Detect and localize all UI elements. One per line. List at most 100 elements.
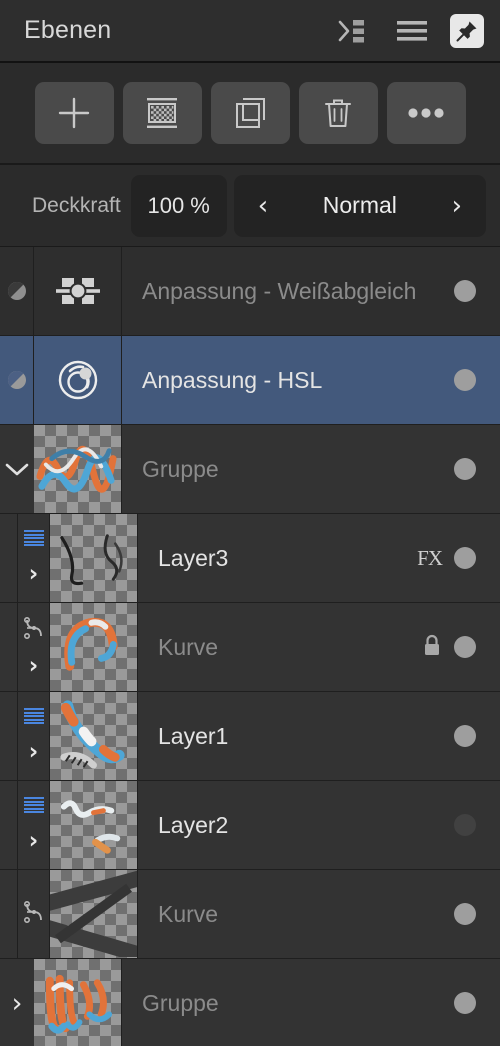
pin-icon[interactable] <box>450 13 484 48</box>
expand-chevron-right-icon[interactable]: › <box>29 562 38 586</box>
visibility-toggle[interactable] <box>454 725 476 747</box>
layer-thumbnail[interactable] <box>50 781 138 869</box>
curve-layer-icon <box>23 616 45 644</box>
layer-row-actions: FX <box>417 514 500 602</box>
add-mask-button[interactable] <box>122 82 202 144</box>
layer-name-cell: Layer1 <box>138 692 454 780</box>
layer-type-column: › <box>18 514 50 602</box>
layer-type-column: › <box>18 692 50 780</box>
visibility-toggle[interactable] <box>454 458 476 480</box>
layer-row-group[interactable]: Gruppe <box>0 425 500 514</box>
layer-name: Gruppe <box>142 989 219 1016</box>
menu-icon[interactable] <box>392 11 432 51</box>
collapse-all-icon[interactable] <box>334 11 374 51</box>
layer-row-actions <box>422 603 500 691</box>
blend-next-button[interactable]: › <box>446 193 468 219</box>
layer-name-cell: Gruppe <box>122 425 454 513</box>
layer-row-actions <box>454 781 500 869</box>
layer-row-child[interactable]: › Layer1 <box>0 692 500 781</box>
layer-thumbnail[interactable] <box>50 603 138 691</box>
visibility-toggle[interactable] <box>454 280 476 302</box>
layer-toolbar <box>0 63 500 165</box>
layer-name: Anpassung - HSL <box>142 366 323 393</box>
layer-thumbnail[interactable] <box>50 514 138 602</box>
layer-name-cell: Layer3 <box>138 514 417 602</box>
layer-name-cell: Anpassung - HSL <box>122 336 454 424</box>
layer-row-actions <box>454 336 500 424</box>
opacity-label: Deckkraft <box>32 193 121 217</box>
visibility-toggle[interactable] <box>454 814 476 836</box>
opacity-value[interactable]: 100 % <box>130 174 227 237</box>
visibility-toggle[interactable] <box>454 636 476 658</box>
adjustment-state-icon[interactable] <box>0 247 34 335</box>
pixel-layer-icon <box>23 797 44 814</box>
layer-type-column: › <box>18 603 50 691</box>
layer-type-column <box>18 870 50 958</box>
adjustment-state-icon[interactable] <box>0 336 34 424</box>
curve-layer-icon <box>23 900 45 928</box>
layer-name: Gruppe <box>142 455 219 482</box>
layer-name: Kurve <box>158 900 219 927</box>
layer-row-child[interactable]: › Kurve <box>0 603 500 692</box>
blend-prev-button[interactable]: ‹ <box>252 193 274 219</box>
layer-thumbnail[interactable] <box>34 425 122 513</box>
layer-row-actions <box>454 959 500 1046</box>
layer-name-cell: Kurve <box>138 603 422 691</box>
layer-name-cell: Kurve <box>138 870 454 958</box>
pixel-layer-icon <box>23 530 44 547</box>
hsl-icon <box>34 336 122 424</box>
layer-name: Anpassung - Weißabgleich <box>142 277 417 304</box>
blend-mode-value: Normal <box>322 192 397 218</box>
indent-guide <box>0 870 18 958</box>
header-icon-group <box>334 11 484 51</box>
delete-layer-button[interactable] <box>298 82 378 144</box>
layer-type-column: › <box>18 781 50 869</box>
expand-chevron-right-icon[interactable]: › <box>29 829 38 853</box>
layer-name-cell: Anpassung - Weißabgleich <box>122 247 454 335</box>
layer-name-cell: Gruppe <box>122 959 454 1046</box>
pixel-layer-icon <box>23 708 44 725</box>
layer-name: Layer2 <box>158 811 229 838</box>
fx-badge[interactable]: FX <box>417 546 443 571</box>
expand-chevron-right-icon[interactable]: › <box>29 654 38 678</box>
layer-row-actions <box>454 425 500 513</box>
visibility-toggle[interactable] <box>454 369 476 391</box>
layer-thumbnail[interactable] <box>34 959 122 1046</box>
layer-row-actions <box>454 870 500 958</box>
indent-guide <box>0 603 18 691</box>
opacity-blend-row: Deckkraft 100 % ‹ Normal › <box>0 165 500 247</box>
layer-row-child[interactable]: › Layer3 FX <box>0 514 500 603</box>
layer-row[interactable]: Anpassung - Weißabgleich <box>0 247 500 336</box>
layer-row-selected[interactable]: Anpassung - HSL <box>0 336 500 425</box>
layer-row-group[interactable]: › Gruppe <box>0 959 500 1046</box>
layers-panel: Ebenen Deckkraft 100 % ‹ Normal › Anpass… <box>0 0 500 1046</box>
layer-name-cell: Layer2 <box>138 781 454 869</box>
add-layer-button[interactable] <box>34 82 114 144</box>
panel-header: Ebenen <box>0 0 500 63</box>
lock-icon[interactable] <box>422 633 442 662</box>
more-options-button[interactable] <box>386 82 466 144</box>
layer-name: Kurve <box>158 633 219 660</box>
expand-chevron-right-icon[interactable]: › <box>29 740 38 764</box>
layer-row-child[interactable]: Kurve <box>0 870 500 959</box>
layer-name: Layer3 <box>158 544 229 571</box>
white-balance-icon <box>34 247 122 335</box>
layer-row-actions <box>454 247 500 335</box>
layer-name: Layer1 <box>158 722 229 749</box>
layer-list: Anpassung - Weißabgleich Anpassung - HSL… <box>0 247 500 1046</box>
page-title: Ebenen <box>24 16 112 44</box>
duplicate-layer-button[interactable] <box>210 82 290 144</box>
visibility-toggle[interactable] <box>454 547 476 569</box>
indent-guide <box>0 514 18 602</box>
group-expand-chevron-right-icon[interactable]: › <box>0 959 34 1046</box>
visibility-toggle[interactable] <box>454 903 476 925</box>
visibility-toggle[interactable] <box>454 992 476 1014</box>
indent-guide <box>0 692 18 780</box>
layer-thumbnail[interactable] <box>50 870 138 958</box>
layer-thumbnail[interactable] <box>50 692 138 780</box>
blend-mode-selector[interactable]: ‹ Normal › <box>233 174 486 237</box>
group-expand-chevron-down-icon[interactable] <box>0 425 34 513</box>
layer-row-child[interactable]: › Layer2 <box>0 781 500 870</box>
indent-guide <box>0 781 18 869</box>
layer-row-actions <box>454 692 500 780</box>
